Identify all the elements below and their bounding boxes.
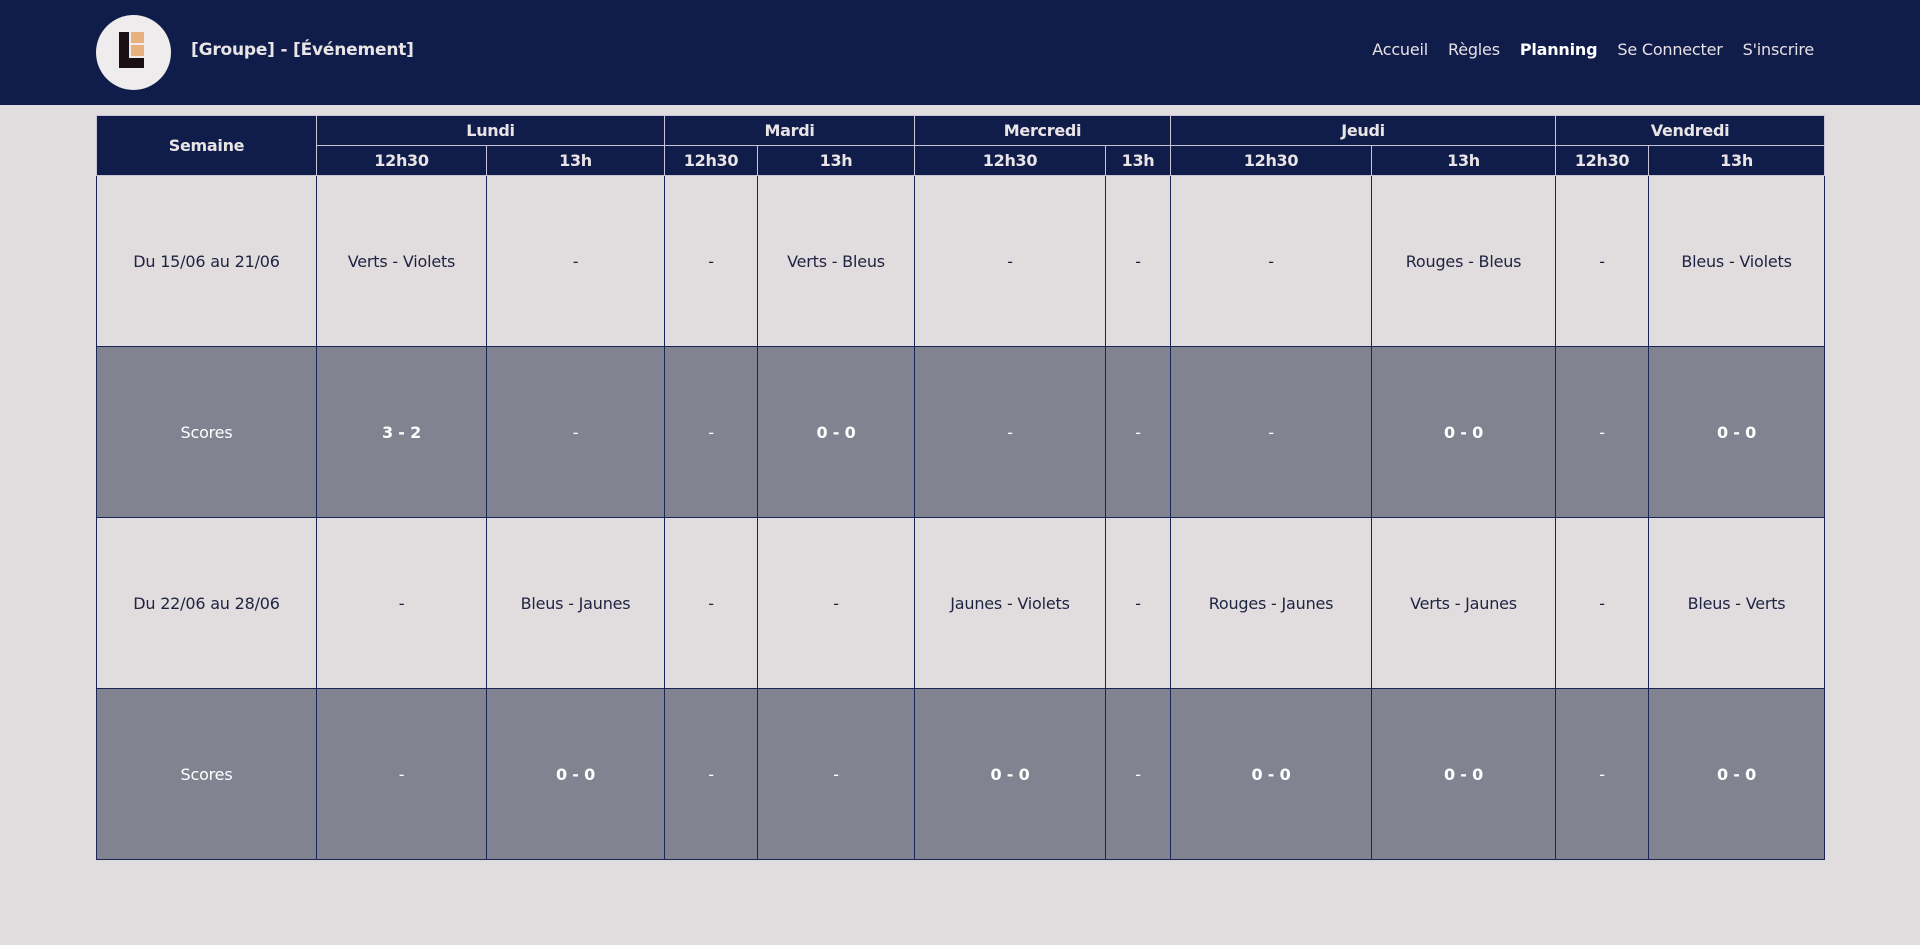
table-row-week-1: Du 15/06 au 21/06 Verts - Violets - - Ve… [96, 175, 1826, 347]
match-cell: Rouges - Bleus [1371, 175, 1557, 347]
nav-link-se-connecter[interactable]: Se Connecter [1617, 40, 1722, 59]
match-cell: Verts - Bleus [757, 175, 916, 347]
score-cell: 0 - 0 [914, 688, 1107, 860]
score-cell: - [664, 688, 759, 860]
match-cell: Bleus - Verts [1648, 517, 1826, 689]
nav-link-sinscrire[interactable]: S'inscrire [1743, 40, 1815, 59]
slot-header: 13h [757, 145, 916, 176]
score-cell: - [757, 688, 916, 860]
match-cell: Bleus - Violets [1648, 175, 1826, 347]
logo-icon [119, 32, 144, 68]
slot-header: 13h [485, 145, 666, 176]
match-cell: - [485, 175, 666, 347]
score-cell: 0 - 0 [485, 688, 666, 860]
score-cell: 0 - 0 [757, 346, 916, 518]
slot-header: 13h [1105, 145, 1172, 176]
score-cell: - [1105, 346, 1172, 518]
score-cell: 0 - 0 [1648, 688, 1826, 860]
slot-header: 12h30 [316, 145, 487, 176]
nav-link-planning[interactable]: Planning [1520, 40, 1598, 59]
match-cell: - [914, 175, 1107, 347]
match-cell: - [1105, 517, 1172, 689]
match-cell: - [1105, 175, 1172, 347]
week-column-header: Semaine [96, 115, 317, 176]
scores-label: Scores [96, 688, 317, 860]
week-label: Du 22/06 au 28/06 [96, 517, 317, 689]
day-header-jeudi: Jeudi [1170, 115, 1557, 146]
score-cell: 0 - 0 [1371, 688, 1557, 860]
week-label: Du 15/06 au 21/06 [96, 175, 317, 347]
main-nav: Accueil Règles Planning Se Connecter S'i… [1372, 40, 1814, 59]
score-cell: 0 - 0 [1648, 346, 1826, 518]
match-cell: Verts - Jaunes [1371, 517, 1557, 689]
match-cell: - [1555, 517, 1650, 689]
slot-header: 13h [1648, 145, 1826, 176]
score-cell: - [1170, 346, 1373, 518]
nav-link-regles[interactable]: Règles [1448, 40, 1500, 59]
day-header-lundi: Lundi [315, 115, 666, 146]
slot-header: 12h30 [664, 145, 759, 176]
day-header-vendredi: Vendredi [1555, 115, 1826, 146]
match-cell: - [757, 517, 916, 689]
score-cell: - [485, 346, 666, 518]
day-header-mardi: Mardi [664, 115, 916, 146]
day-header-mercredi: Mercredi [914, 115, 1172, 146]
match-cell: Jaunes - Violets [914, 517, 1107, 689]
nav-link-accueil[interactable]: Accueil [1372, 40, 1428, 59]
score-cell: - [1555, 688, 1650, 860]
table-row-scores-1: Scores 3 - 2 - - 0 - 0 - - - 0 - 0 - 0 -… [96, 346, 1826, 518]
score-cell: - [914, 346, 1107, 518]
slot-header: 13h [1371, 145, 1557, 176]
match-cell: - [664, 175, 759, 347]
match-cell: Verts - Violets [316, 175, 487, 347]
score-cell: 0 - 0 [1170, 688, 1373, 860]
match-cell: - [664, 517, 759, 689]
score-cell: - [316, 688, 487, 860]
score-cell: 3 - 2 [316, 346, 487, 518]
match-cell: - [316, 517, 487, 689]
score-cell: - [1105, 688, 1172, 860]
scores-label: Scores [96, 346, 317, 518]
slot-header: 12h30 [914, 145, 1107, 176]
match-cell: Bleus - Jaunes [485, 517, 666, 689]
slot-header: 12h30 [1555, 145, 1650, 176]
score-cell: 0 - 0 [1371, 346, 1557, 518]
slot-header: 12h30 [1170, 145, 1373, 176]
top-navbar: [Groupe] - [Événement] Accueil Règles Pl… [0, 0, 1920, 105]
score-cell: - [664, 346, 759, 518]
match-cell: Rouges - Jaunes [1170, 517, 1373, 689]
planning-table: Semaine Lundi Mardi Mercredi Jeudi Vendr… [96, 115, 1826, 860]
table-row-week-2: Du 22/06 au 28/06 - Bleus - Jaunes - - J… [96, 517, 1826, 689]
table-row-scores-2: Scores - 0 - 0 - - 0 - 0 - 0 - 0 0 - 0 -… [96, 688, 1826, 860]
match-cell: - [1555, 175, 1650, 347]
site-title[interactable]: [Groupe] - [Événement] [191, 40, 414, 60]
site-logo[interactable] [96, 15, 171, 90]
match-cell: - [1170, 175, 1373, 347]
score-cell: - [1555, 346, 1650, 518]
